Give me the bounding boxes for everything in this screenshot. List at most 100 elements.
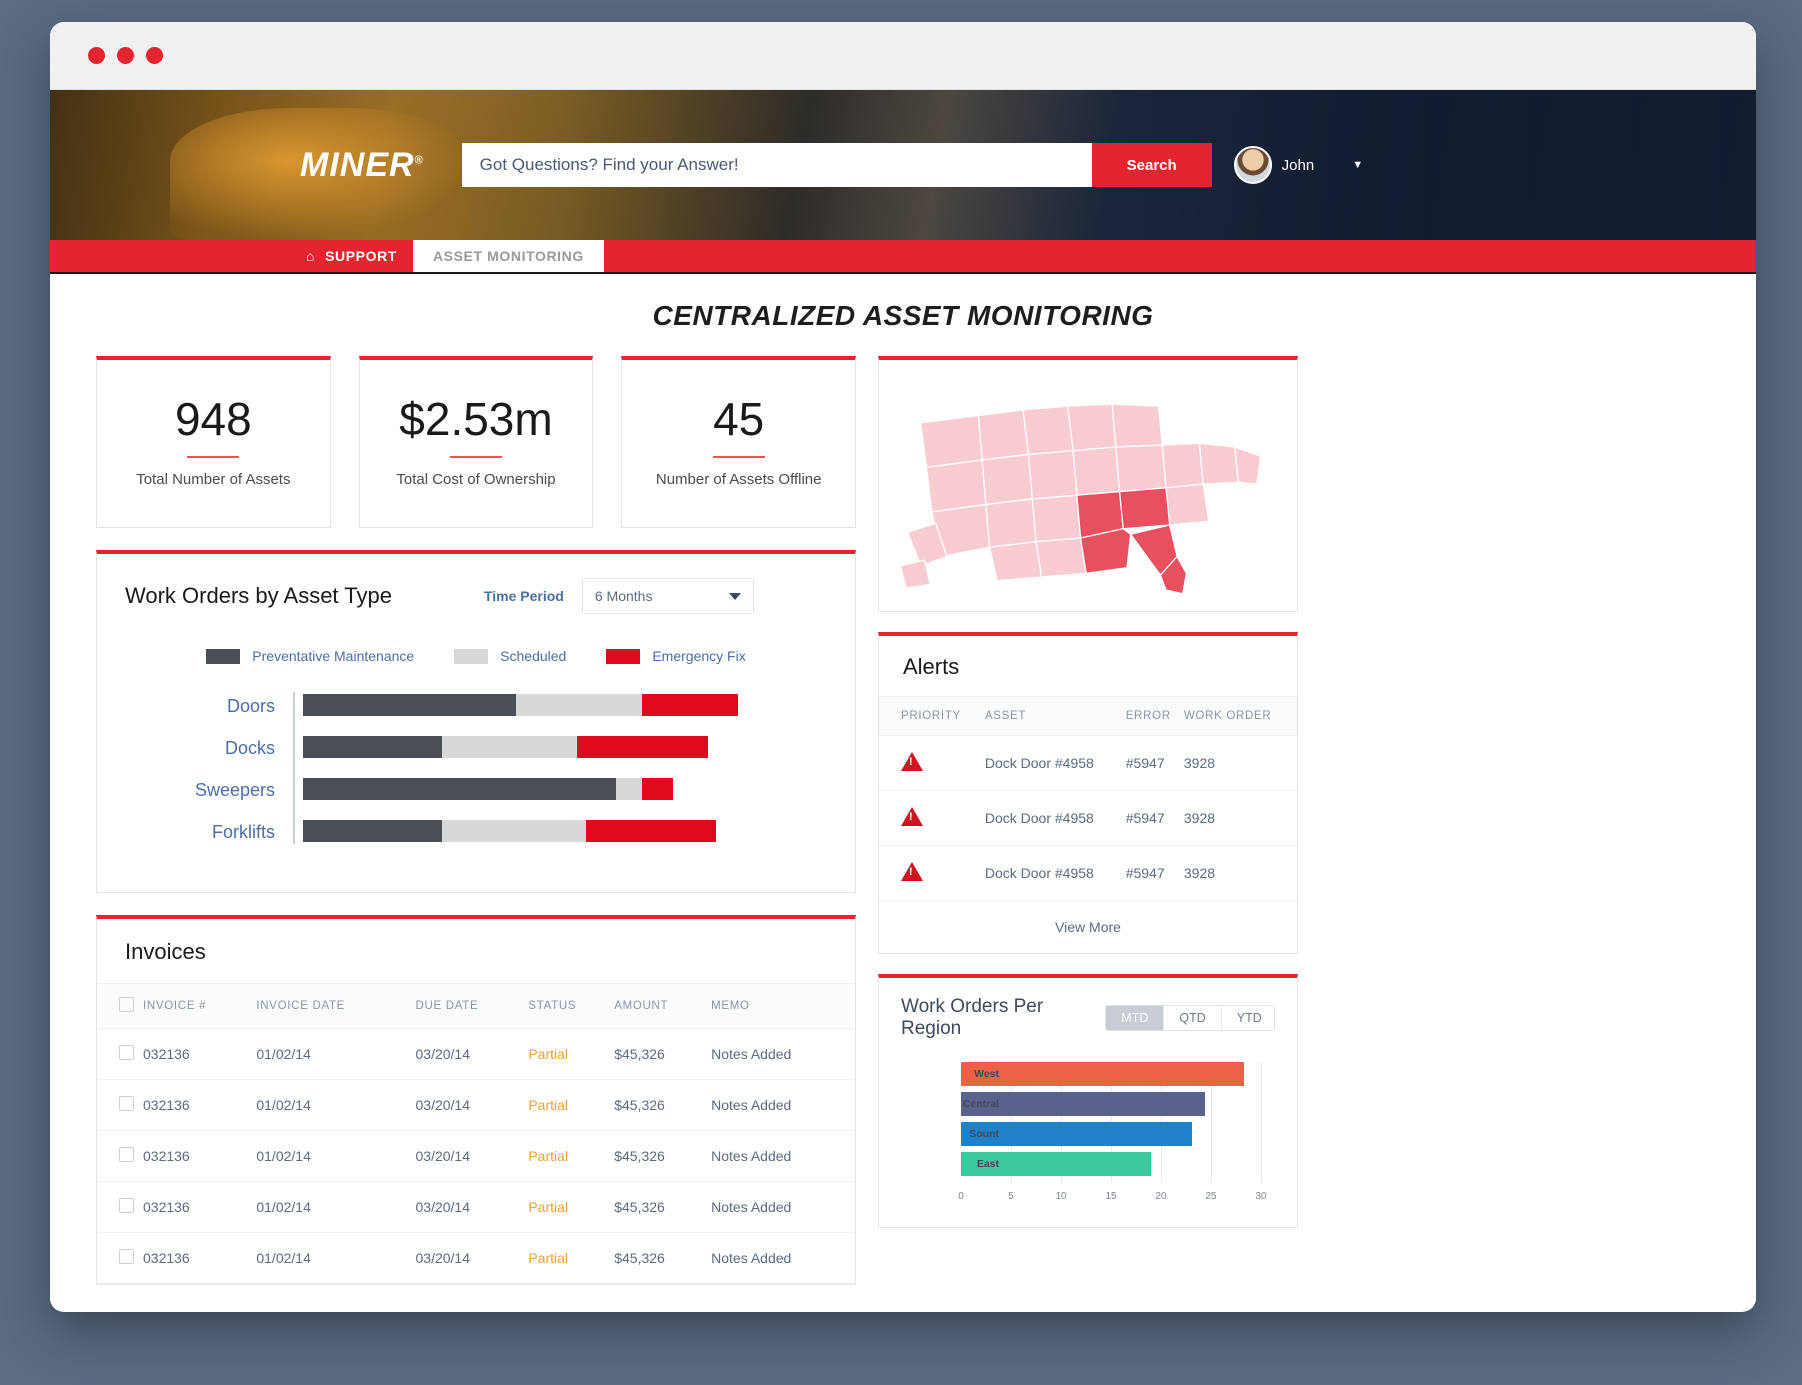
search-box: Search xyxy=(461,143,1212,187)
toggle-qtd[interactable]: QTD xyxy=(1164,1006,1222,1030)
cell-memo: Notes Added xyxy=(711,1028,855,1080)
work-orders-bars: Doors Docks Sweepers Forklifts xyxy=(125,690,827,846)
search-input[interactable] xyxy=(461,143,1092,187)
cell-invoice-number: 032136 xyxy=(143,1130,257,1182)
cell-due-date: 03/20/14 xyxy=(415,1130,529,1182)
table-row[interactable]: 032136 01/02/14 03/20/14 Partial $45,326 Note… xyxy=(97,1130,855,1182)
work-orders-chart-card: Work Orders by Asset Type Time Period 6 … xyxy=(96,550,856,893)
bar-category-label: Forklifts xyxy=(212,822,275,842)
row-checkbox[interactable] xyxy=(119,1147,134,1162)
row-select-cell xyxy=(97,1181,143,1233)
legend-item-emergency: Emergency Fix xyxy=(606,648,746,664)
miner-logo[interactable]: MINER® xyxy=(300,146,424,185)
row-checkbox[interactable] xyxy=(119,1096,134,1111)
row-select-cell xyxy=(97,1232,143,1284)
nav-tab-asset-monitoring[interactable]: ASSET MONITORING xyxy=(412,240,604,272)
row-checkbox[interactable] xyxy=(119,1045,134,1060)
row-checkbox[interactable] xyxy=(119,1249,134,1264)
column-header: DUE DATE xyxy=(415,983,529,1029)
cell-invoice-number: 032136 xyxy=(143,1232,257,1284)
view-more-link[interactable]: View More xyxy=(879,901,1297,953)
table-row[interactable]: 032136 01/02/14 03/20/14 Partial $45,326 Note… xyxy=(97,1079,855,1131)
cell-error: #5947 xyxy=(1125,845,1184,901)
row-checkbox[interactable] xyxy=(119,1198,134,1213)
cell-invoice-date: 01/02/14 xyxy=(256,1028,416,1080)
bar-segment xyxy=(442,820,586,842)
bar-segment xyxy=(642,694,738,716)
column-header: MEMO xyxy=(711,983,855,1029)
cell-work-order: 3928 xyxy=(1183,735,1297,791)
toggle-mtd[interactable]: MTD xyxy=(1106,1006,1165,1030)
region-chart-title: Work Orders Per Region xyxy=(901,996,1044,1039)
table-row[interactable]: 032136 01/02/14 03/20/14 Partial $45,326 Note… xyxy=(97,1232,855,1284)
close-window-dot[interactable] xyxy=(88,47,105,64)
kpi-card-assets-offline: 45 Number of Assets Offline xyxy=(621,356,857,528)
column-header: INVOICE # xyxy=(143,983,257,1029)
cell-work-order: 3928 xyxy=(1183,845,1297,901)
cell-status: Partial xyxy=(528,1079,615,1131)
kpi-card-total-assets: 948 Total Number of Assets xyxy=(96,356,331,528)
bar-segment xyxy=(303,778,617,800)
kpi-divider xyxy=(450,456,502,459)
row-select-cell xyxy=(97,1130,143,1182)
kpi-label: Total Number of Assets xyxy=(136,471,291,489)
user-name: John xyxy=(1281,156,1315,174)
cell-invoice-number: 032136 xyxy=(143,1079,257,1131)
table-row[interactable]: Dock Door #4958#59473928 xyxy=(879,845,1297,901)
table-row[interactable]: 032136 01/02/14 03/20/14 Partial $45,326 Note… xyxy=(97,1181,855,1233)
cell-amount: $45,326 xyxy=(614,1079,712,1131)
bar-segment xyxy=(303,694,517,716)
axis-tick-label: 5 xyxy=(1008,1191,1014,1202)
kpi-value: 45 xyxy=(713,393,765,446)
chevron-down-icon xyxy=(728,592,741,600)
cell-invoice-date: 01/02/14 xyxy=(256,1130,416,1182)
cell-invoice-date: 01/02/14 xyxy=(256,1181,416,1233)
legend-swatch xyxy=(606,648,641,664)
cell-memo: Notes Added xyxy=(711,1232,855,1284)
kpi-card-total-cost: $2.53m Total Cost of Ownership xyxy=(358,356,594,528)
region-label: East xyxy=(976,1158,999,1170)
cell-priority xyxy=(879,845,985,901)
cell-asset: Dock Door #4958 xyxy=(984,735,1126,791)
legend-swatch xyxy=(454,648,489,664)
time-period-select[interactable]: 6 Months xyxy=(581,578,754,614)
search-button[interactable]: Search xyxy=(1091,143,1212,187)
region-label: Sount xyxy=(969,1128,999,1140)
legend-item-scheduled: Scheduled xyxy=(454,648,566,664)
invoices-header-row: INVOICE # INVOICE DATE DUE DATE STATUS A… xyxy=(97,983,855,1029)
bar-segment xyxy=(303,736,443,758)
bar-track xyxy=(303,694,738,716)
bar-row: Doors xyxy=(227,690,827,720)
region-chart-card: Work Orders Per Region MTD QTD YTD West C… xyxy=(878,974,1298,1228)
cell-due-date: 03/20/14 xyxy=(415,1079,529,1131)
legend-label: Preventative Maintenance xyxy=(252,648,415,664)
legend-label: Scheduled xyxy=(500,648,567,664)
legend-item-preventative: Preventative Maintenance xyxy=(206,648,414,664)
table-row[interactable]: Dock Door #4958#59473928 xyxy=(879,790,1297,846)
toggle-ytd[interactable]: YTD xyxy=(1221,1006,1275,1030)
cell-priority xyxy=(879,790,985,846)
region-bar-row: Central xyxy=(953,1092,1275,1116)
select-all-header xyxy=(97,983,143,1029)
select-all-checkbox[interactable] xyxy=(119,997,134,1012)
chevron-down-icon[interactable]: ▼ xyxy=(1352,159,1363,171)
maximize-window-dot[interactable] xyxy=(146,47,163,64)
minimize-window-dot[interactable] xyxy=(117,47,134,64)
table-row[interactable]: 032136 01/02/14 03/20/14 Partial $45,326 Note… xyxy=(97,1028,855,1080)
browser-window: MINER® Search John ▼ ⌂ SUPPORT ASSET MON… xyxy=(50,22,1756,1312)
bar-segment xyxy=(616,778,643,800)
legend-swatch xyxy=(206,648,241,664)
cell-memo: Notes Added xyxy=(711,1181,855,1233)
cell-invoice-number: 032136 xyxy=(143,1181,257,1233)
column-header: AMOUNT xyxy=(614,983,712,1029)
usa-map[interactable] xyxy=(893,372,1283,600)
legend-label: Emergency Fix xyxy=(652,648,746,664)
time-period-label: Time Period xyxy=(483,588,564,604)
kpi-value: 948 xyxy=(174,393,252,446)
bar-category-label: Doors xyxy=(226,696,275,716)
alerts-card: Alerts PRIORITY ASSET ERROR WORK ORDER D… xyxy=(878,632,1298,954)
table-row[interactable]: Dock Door #4958#59473928 xyxy=(879,735,1297,791)
nav-item-support[interactable]: ⌂ SUPPORT xyxy=(290,240,413,272)
bar-track xyxy=(303,778,673,800)
user-menu[interactable]: John ▼ xyxy=(1233,146,1363,184)
